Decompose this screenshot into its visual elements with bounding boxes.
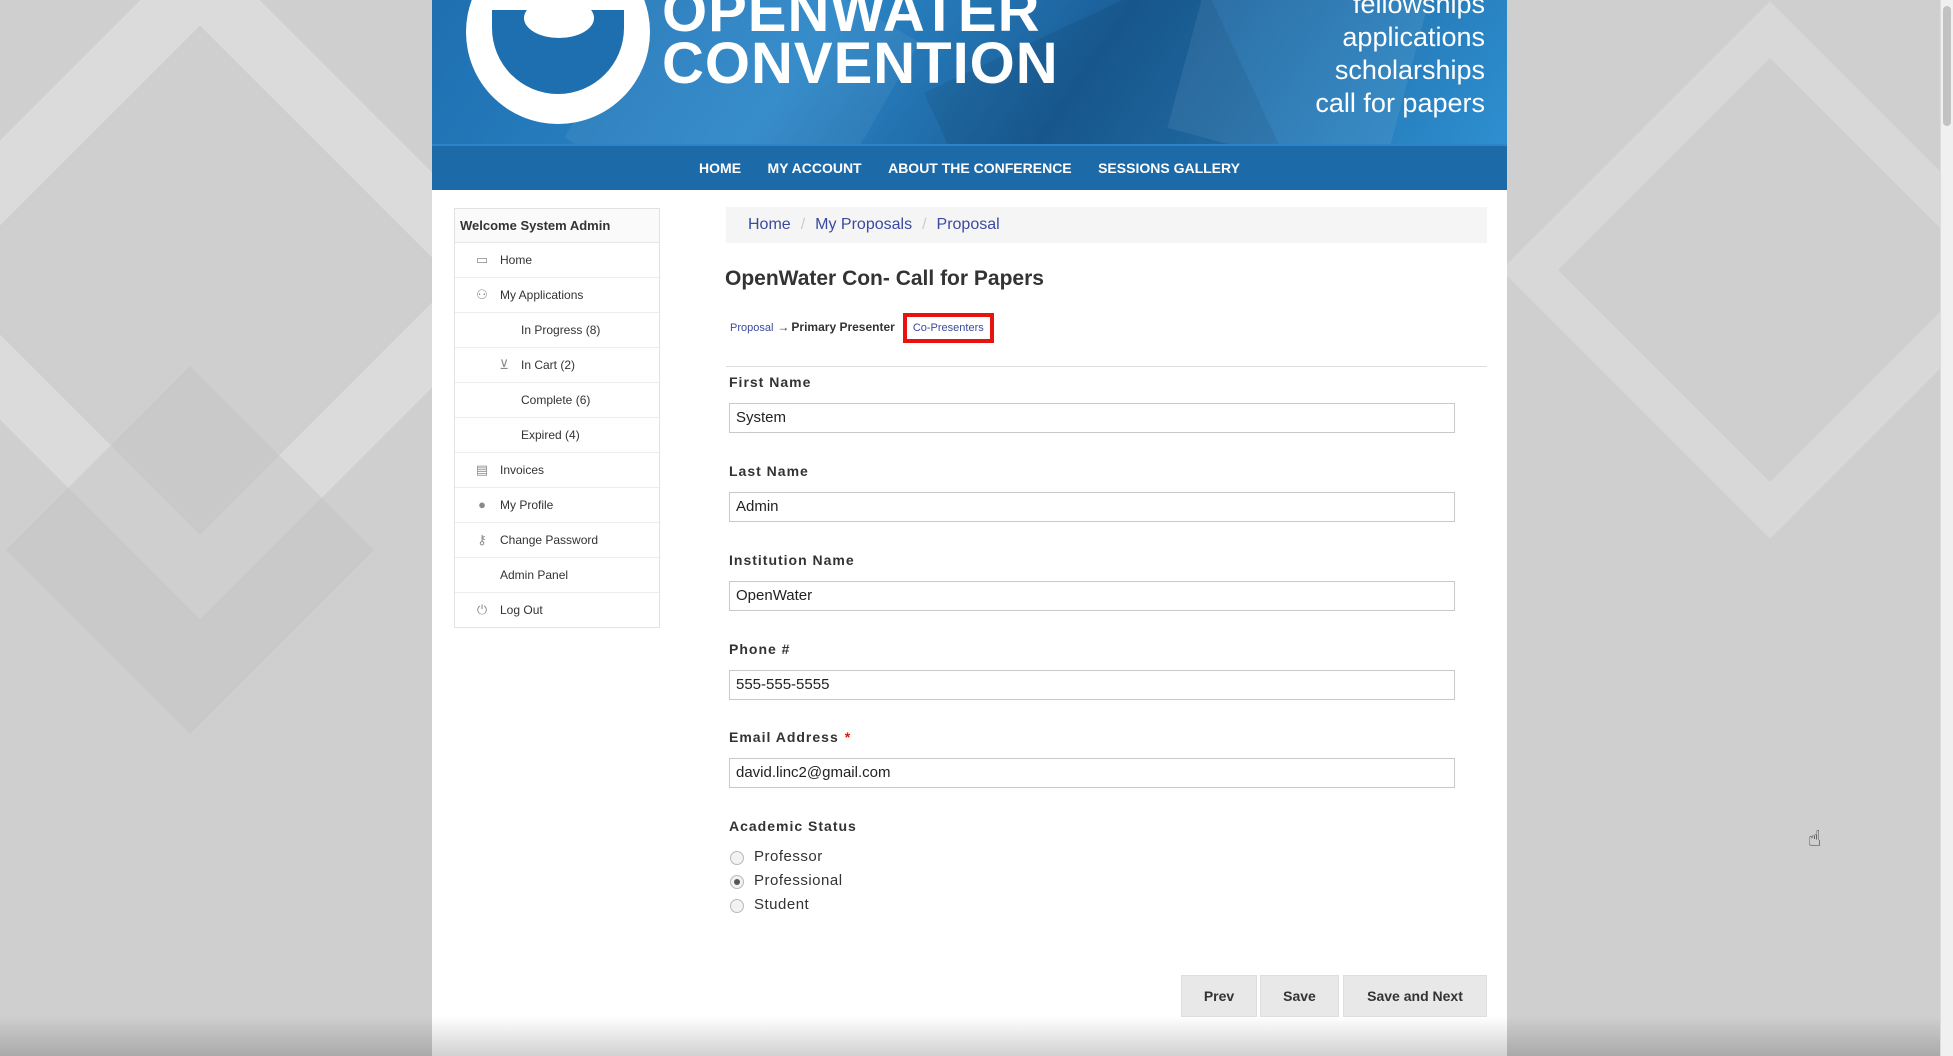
prev-button[interactable]: Prev	[1181, 975, 1257, 1017]
step-co-presenters[interactable]: Co-Presenters	[902, 313, 994, 343]
breadcrumb-proposal[interactable]: Proposal	[937, 216, 1000, 233]
main-nav: HOME MY ACCOUNT ABOUT THE CONFERENCE SES…	[432, 144, 1507, 190]
page-container: OPENWATER CONVENTION fellowships applica…	[432, 0, 1821, 1056]
radio-label: Professional	[754, 872, 843, 889]
sidebar-item-admin-panel[interactable]: Admin Panel	[455, 558, 659, 593]
breadcrumb-home[interactable]: Home	[748, 216, 791, 233]
arrow-icon: →	[777, 320, 790, 334]
banner-tagline: fellowships applications scholarships ca…	[1315, 0, 1485, 120]
sidebar-item-label: Home	[500, 253, 533, 267]
first-name-label: First Name	[729, 374, 812, 390]
background-diamond	[1501, 1, 1953, 539]
sidebar-item-log-out[interactable]: ⏻ Log Out	[455, 593, 659, 627]
user-icon: ●	[478, 497, 486, 512]
institution-name-field[interactable]: OpenWater	[729, 581, 1455, 611]
power-icon: ⏻	[476, 602, 488, 617]
sidebar-item-my-profile[interactable]: ● My Profile	[455, 488, 659, 523]
breadcrumb-my-proposals[interactable]: My Proposals	[815, 216, 912, 233]
sidebar-item-label: Invoices	[500, 463, 545, 477]
invoice-icon: ▤	[475, 462, 489, 477]
last-name-field[interactable]: Admin	[729, 492, 1455, 522]
logo-text[interactable]: OPENWATER CONVENTION	[662, 0, 1059, 96]
header-banner: OPENWATER CONVENTION fellowships applica…	[432, 0, 1507, 144]
hand-cursor-icon: ☝	[1808, 826, 1822, 851]
sidebar-item-complete[interactable]: Complete (6)	[455, 383, 659, 418]
sidebar: Welcome System Admin ▭ Home ⚇ My Applica…	[454, 208, 660, 628]
banner-word: scholarships	[1334, 55, 1485, 85]
email-label-text: Email Address	[729, 729, 839, 745]
save-and-next-button[interactable]: Save and Next	[1343, 975, 1487, 1017]
radio-button[interactable]	[730, 899, 744, 913]
radio-label: Professor	[754, 848, 823, 865]
sidebar-item-change-password[interactable]: ⚷ Change Password	[455, 523, 659, 558]
sidebar-item-label: In Cart (2)	[521, 358, 576, 372]
nav-my-account[interactable]: MY ACCOUNT	[768, 146, 862, 190]
sidebar-item-label: My Profile	[500, 498, 554, 512]
email-label: Email Address *	[729, 729, 851, 745]
divider	[726, 366, 1487, 367]
sidebar-item-label: Log Out	[500, 603, 543, 617]
radio-button[interactable]	[730, 851, 744, 865]
sidebar-item-label: Complete (6)	[521, 393, 591, 407]
breadcrumb: Home / My Proposals / Proposal	[726, 207, 1487, 243]
sidebar-item-in-cart[interactable]: ⊻ In Cart (2)	[455, 348, 659, 383]
banner-word: applications	[1342, 22, 1485, 52]
radio-label: Student	[754, 896, 810, 913]
banner-word: fellowships	[1352, 0, 1485, 19]
sidebar-item-my-applications[interactable]: ⚇ My Applications	[455, 278, 659, 313]
save-button[interactable]: Save	[1260, 975, 1339, 1017]
home-icon: ▭	[475, 252, 489, 267]
sidebar-item-label: My Applications	[500, 288, 584, 302]
nav-about-conference[interactable]: ABOUT THE CONFERENCE	[888, 146, 1072, 190]
phone-label: Phone #	[729, 641, 791, 657]
sidebar-item-expired[interactable]: Expired (4)	[455, 418, 659, 453]
scrollbar[interactable]	[1940, 0, 1953, 1056]
phone-field[interactable]: 555-555-5555	[729, 670, 1455, 700]
required-marker: *	[844, 729, 852, 745]
sidebar-item-label: Change Password	[500, 533, 599, 547]
sidebar-item-invoices[interactable]: ▤ Invoices	[455, 453, 659, 488]
bottom-shadow	[0, 1016, 1953, 1056]
step-primary-presenter[interactable]: Primary Presenter	[791, 320, 894, 334]
sidebar-item-in-progress[interactable]: In Progress (8)	[455, 313, 659, 348]
first-name-field[interactable]: System	[729, 403, 1455, 433]
sidebar-item-label: In Progress (8)	[521, 323, 601, 337]
nav-home[interactable]: HOME	[699, 146, 741, 190]
sidebar-welcome: Welcome System Admin	[455, 209, 659, 243]
key-icon: ⚷	[477, 532, 487, 547]
last-name-label: Last Name	[729, 463, 809, 479]
form-steps: Proposal → Primary Presenter Co-Presenters	[730, 312, 994, 343]
sidebar-item-home[interactable]: ▭ Home	[455, 243, 659, 278]
institution-name-label: Institution Name	[729, 552, 855, 568]
step-proposal[interactable]: Proposal	[730, 322, 773, 334]
cart-icon: ⊻	[499, 357, 509, 372]
logo-line-2: CONVENTION	[662, 31, 1059, 96]
email-field[interactable]: david.linc2@gmail.com	[729, 758, 1455, 788]
sidebar-item-label: Expired (4)	[521, 428, 580, 442]
sidebar-item-label: Admin Panel	[500, 568, 569, 582]
breadcrumb-separator: /	[922, 216, 927, 233]
applications-icon: ⚇	[476, 287, 488, 302]
academic-status-label: Academic Status	[729, 818, 857, 834]
scrollbar-thumb[interactable]	[1943, 6, 1951, 126]
page-title: OpenWater Con- Call for Papers	[725, 267, 1044, 290]
banner-word: call for papers	[1315, 88, 1485, 118]
nav-sessions-gallery[interactable]: SESSIONS GALLERY	[1098, 146, 1240, 190]
radio-button-selected[interactable]	[730, 875, 744, 889]
breadcrumb-separator: /	[800, 216, 806, 233]
